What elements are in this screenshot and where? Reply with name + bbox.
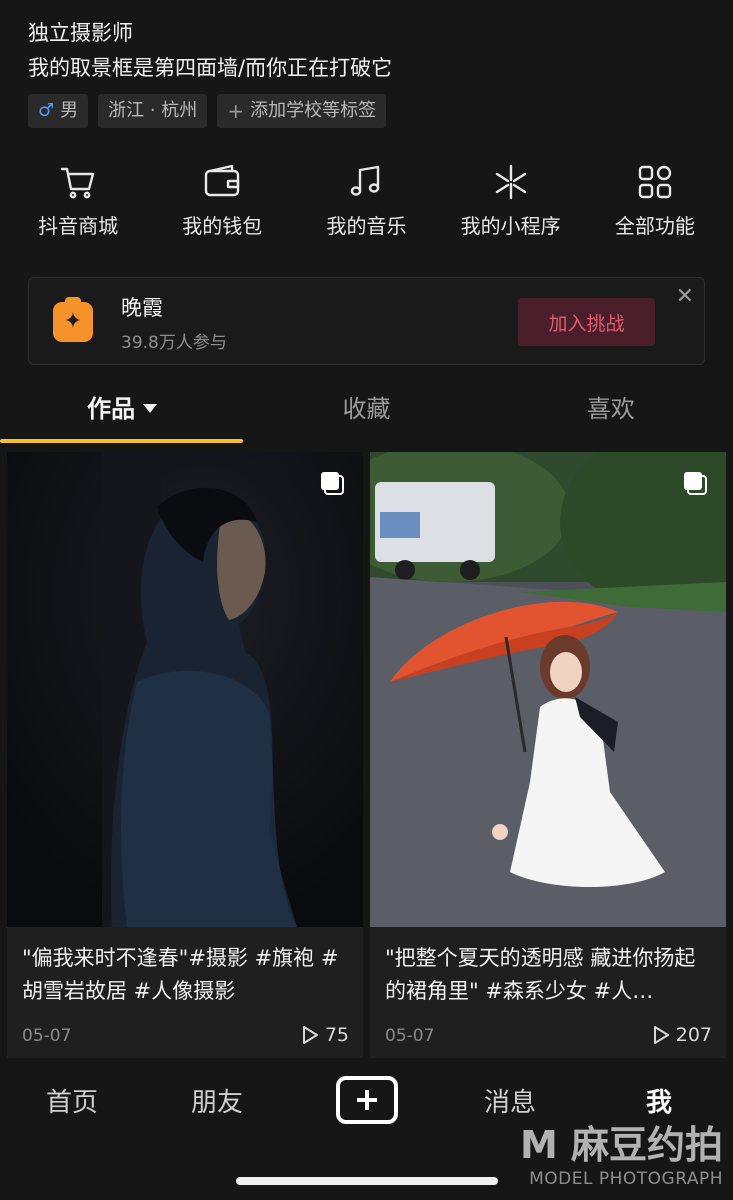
gender-tag[interactable]: ♂ 男 <box>28 94 89 128</box>
plus-icon: + <box>227 99 245 123</box>
mini-program-icon <box>495 164 526 200</box>
profile-tabs: 作品 收藏 喜欢 <box>0 384 733 444</box>
tab-likes[interactable]: 喜欢 <box>489 384 733 444</box>
challenge-title: 晚霞 <box>121 296 163 320</box>
shopping-cart-icon <box>60 167 95 199</box>
location-label: 浙江 · 杭州 <box>108 100 198 121</box>
post-thumbnail[interactable] <box>370 452 726 927</box>
post-date: 05-07 <box>22 1026 72 1046</box>
feature-label: 抖音商城 <box>38 214 119 238</box>
tab-label: 收藏 <box>342 395 391 423</box>
portrait-photo <box>7 452 363 927</box>
join-challenge-button[interactable]: 加入挑战 <box>518 298 655 346</box>
profile-bio: 我的取景框是第四面墙/而你正在打破它 <box>28 56 393 80</box>
camera-icon: ✦ <box>53 297 93 342</box>
post-thumbnail[interactable] <box>7 452 363 927</box>
profile-tags: ♂ 男 浙江 · 杭州 + 添加学校等标签 <box>28 94 705 128</box>
watermark-logo: M 麻豆约拍 <box>519 1123 723 1167</box>
play-count: 75 <box>301 1024 349 1046</box>
create-post-button[interactable] <box>336 1076 398 1124</box>
tab-favorites[interactable]: 收藏 <box>244 384 488 444</box>
feature-mall[interactable]: 抖音商城 <box>13 162 143 252</box>
multi-image-icon <box>321 472 344 495</box>
profile-header: 独立摄影师 我的取景框是第四面墙/而你正在打破它 ♂ 男 浙江 · 杭州 + 添… <box>28 18 705 128</box>
tab-works[interactable]: 作品 <box>0 384 244 444</box>
feature-mini-program[interactable]: 我的小程序 <box>446 162 576 252</box>
post-card[interactable]: "把整个夏天的透明感 藏进你扬起的裙角里" #森系少女 #人… 05-07 20… <box>370 452 726 1058</box>
tab-label: 作品 <box>87 395 136 423</box>
play-count-value: 207 <box>675 1024 712 1046</box>
active-tab-indicator <box>0 439 243 443</box>
feature-label: 我的钱包 <box>182 214 263 238</box>
bottom-navigation: 首页 朋友 消息 我 M 麻豆约拍 MODEL PHOTOGRAPH <box>0 1060 733 1200</box>
feature-label: 全部功能 <box>614 214 695 238</box>
post-caption: "把整个夏天的透明感 藏进你扬起的裙角里" #森系少女 #人… <box>385 946 696 1003</box>
play-count-value: 75 <box>324 1024 349 1046</box>
nav-home[interactable]: 首页 <box>46 1082 98 1119</box>
feature-label: 我的小程序 <box>460 214 561 238</box>
post-caption: "偏我来时不逢春"#摄影 #旗袍 #胡雪岩故居 #人像摄影 <box>22 946 339 1003</box>
challenge-banner[interactable]: ✦ 晚霞 39.8万人参与 加入挑战 ✕ <box>28 277 705 365</box>
challenge-participants: 39.8万人参与 <box>121 333 227 353</box>
home-indicator[interactable] <box>236 1177 498 1185</box>
gender-label: 男 <box>60 100 79 121</box>
add-tag-label: 添加学校等标签 <box>250 100 377 121</box>
grid-apps-icon <box>638 165 672 199</box>
wallet-icon <box>205 164 240 197</box>
feature-label: 我的音乐 <box>326 214 407 238</box>
umbrella-photo <box>370 452 726 927</box>
profile-name: 独立摄影师 <box>28 21 133 45</box>
feature-music[interactable]: 我的音乐 <box>301 162 431 252</box>
feature-wallet[interactable]: 我的钱包 <box>157 162 287 252</box>
add-tag-button[interactable]: + 添加学校等标签 <box>217 94 387 128</box>
post-grid: "偏我来时不逢春"#摄影 #旗袍 #胡雪岩故居 #人像摄影 05-07 75 "… <box>7 452 727 1058</box>
play-icon <box>302 1026 318 1044</box>
nav-friends[interactable]: 朋友 <box>191 1082 243 1119</box>
multi-image-icon <box>684 472 707 495</box>
close-icon[interactable]: ✕ <box>676 284 694 309</box>
sparkle-icon: ✦ <box>63 309 83 334</box>
post-date: 05-07 <box>385 1026 435 1046</box>
feature-all[interactable]: 全部功能 <box>590 162 720 252</box>
location-tag[interactable]: 浙江 · 杭州 <box>98 94 208 128</box>
post-card[interactable]: "偏我来时不逢春"#摄影 #旗袍 #胡雪岩故居 #人像摄影 05-07 75 <box>7 452 363 1058</box>
caret-down-icon <box>143 404 158 413</box>
play-count: 207 <box>652 1024 712 1046</box>
music-note-icon <box>351 165 380 196</box>
feature-shortcuts: 抖音商城 我的钱包 我的音乐 我的小程序 全部功能 <box>0 162 733 252</box>
male-icon: ♂ <box>38 100 55 121</box>
watermark-subtitle: MODEL PHOTOGRAPH <box>529 1169 723 1189</box>
watermark: M 麻豆约拍 MODEL PHOTOGRAPH <box>520 1114 723 1189</box>
tab-label: 喜欢 <box>586 395 635 423</box>
play-icon <box>653 1026 669 1044</box>
